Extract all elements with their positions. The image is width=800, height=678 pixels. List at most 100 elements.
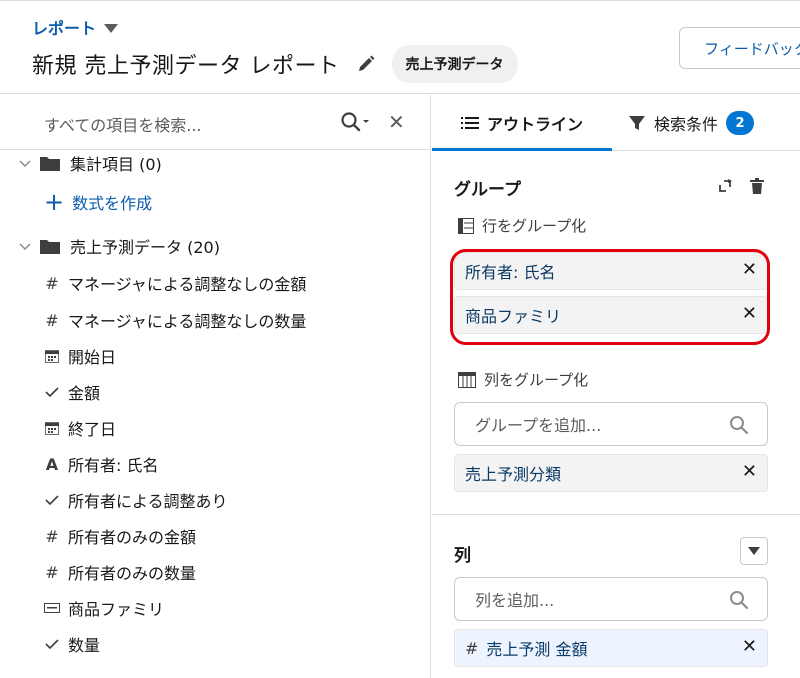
title-row: 新規 売上予測データ レポート 売上予測データ [32, 45, 518, 83]
tree-folder[interactable]: 集計項目 (0) [18, 145, 162, 181]
folder-label: 売上予測データ (20) [70, 238, 220, 257]
field-label: 所有者による調整あり [68, 492, 228, 511]
list-icon [460, 117, 479, 129]
column-chip-label: 売上予測 金額 [486, 640, 588, 659]
text-icon: A [45, 454, 59, 474]
field-item[interactable]: 終了日 [44, 410, 116, 446]
columns-title: 列 [454, 546, 471, 566]
tab-outline[interactable]: アウトライン [432, 95, 612, 151]
field-label: マネージャによる調整なしの数量 [68, 312, 307, 331]
field-label: 所有者のみの金額 [68, 528, 197, 547]
row-group-chip[interactable]: 商品ファミリ ✕ [454, 296, 768, 334]
filter-icon [629, 116, 645, 130]
section-divider [432, 514, 800, 515]
field-item[interactable]: # マネージャによる調整なしの数量 [44, 302, 306, 338]
groups-title: グループ [454, 180, 521, 200]
remove-icon[interactable]: ✕ [742, 638, 757, 656]
number-icon: # [465, 638, 479, 658]
chevron-down-icon[interactable] [18, 239, 32, 253]
tab-outline-label: アウトライン [486, 115, 583, 134]
field-label: 数量 [68, 636, 101, 655]
number-icon: # [45, 562, 59, 582]
field-item[interactable]: # マネージャによる調整なしの金額 [44, 265, 306, 301]
filters-count-badge: 2 [726, 111, 755, 135]
field-item[interactable]: # 所有者のみの数量 [44, 554, 196, 590]
calendar-icon [44, 421, 60, 435]
chevron-down-icon[interactable] [104, 23, 119, 33]
trash-icon[interactable] [750, 178, 764, 194]
add-column-placeholder: 列を追加... [475, 591, 555, 610]
tab-filters[interactable]: 検索条件 2 [628, 95, 755, 151]
tab-filters-label: 検索条件 [654, 115, 719, 134]
breadcrumb-label[interactable]: レポート [32, 15, 96, 39]
panel-tabs: アウトライン 検索条件 2 [432, 95, 800, 151]
remove-icon[interactable]: ✕ [742, 463, 757, 481]
row-group-label: 行をグループ化 [458, 215, 586, 236]
calendar-icon [44, 349, 60, 363]
col-group-label-text: 列をグループ化 [484, 371, 589, 389]
check-icon [44, 638, 60, 650]
add-group-input[interactable]: グループを追加... [454, 402, 768, 446]
field-browser: すべての項目を検索... ✕ 集計項目 (0) + 数式を作成売上予測データ (20… [0, 95, 431, 678]
outline-panel: アウトライン 検索条件 2 グループ 行をグループ化 所有者: 氏名 ✕ 商品フ… [432, 95, 800, 678]
row-group-chip-label: 所有者: 氏名 [465, 263, 556, 282]
remove-icon[interactable]: ✕ [742, 305, 757, 323]
row-group-chip[interactable]: 所有者: 氏名 ✕ [454, 252, 768, 290]
feedback-button[interactable]: フィードバック [679, 27, 800, 69]
field-label: 終了日 [68, 420, 117, 439]
plus-icon[interactable]: + [44, 190, 64, 214]
field-label: マネージャによる調整なしの金額 [68, 275, 307, 294]
rows-icon [458, 217, 474, 234]
field-item[interactable]: 商品ファミリ [44, 590, 164, 626]
search-dropdown-icon[interactable] [340, 111, 372, 133]
field-item[interactable]: A 所有者: 氏名 [44, 446, 159, 482]
tree-folder[interactable]: 売上予測データ (20) [18, 228, 220, 264]
check-icon [44, 494, 60, 506]
create-formula-link[interactable]: + 数式を作成 [44, 184, 152, 220]
field-label: 開始日 [68, 348, 117, 367]
columns-icon [458, 371, 476, 388]
col-group-chip[interactable]: 売上予測分類 ✕ [454, 454, 768, 492]
field-item[interactable]: # 所有者のみの金額 [44, 518, 196, 554]
breadcrumb[interactable]: レポート [32, 15, 119, 39]
number-icon: # [45, 273, 59, 293]
field-item[interactable]: 開始日 [44, 338, 116, 374]
page-title: 新規 売上予測データ レポート [32, 54, 340, 79]
active-tab-indicator [432, 148, 612, 151]
chevron-down-icon[interactable] [18, 156, 32, 170]
swap-icon[interactable] [718, 179, 732, 193]
report-header: レポート 新規 売上予測データ レポート 売上予測データ フィードバック [0, 0, 800, 94]
folder-icon [40, 240, 60, 254]
add-column-input[interactable]: 列を追加... [454, 577, 768, 621]
field-label: 所有者のみの数量 [68, 564, 197, 583]
number-icon: # [45, 526, 59, 546]
field-search-bar: すべての項目を検索... ✕ [0, 95, 430, 150]
create-formula-label[interactable]: 数式を作成 [72, 190, 152, 214]
add-group-placeholder: グループを追加... [475, 416, 602, 435]
search-icon [730, 591, 749, 610]
report-type-pill: 売上予測データ [391, 45, 518, 83]
picklist-icon [44, 603, 60, 613]
row-group-label-text: 行をグループ化 [482, 217, 587, 235]
column-chip[interactable]: # 売上予測 金額 ✕ [454, 629, 768, 667]
search-icon [730, 416, 749, 435]
folder-label: 集計項目 (0) [70, 155, 162, 174]
field-item[interactable]: 金額 [44, 374, 100, 410]
field-label: 商品ファミリ [68, 600, 165, 619]
number-icon: # [45, 310, 59, 330]
field-label: 所有者: 氏名 [68, 456, 159, 475]
col-group-chip-label: 売上予測分類 [465, 465, 562, 484]
folder-icon [40, 157, 60, 171]
col-group-label: 列をグループ化 [458, 369, 588, 390]
columns-menu-button[interactable] [740, 537, 768, 565]
field-item[interactable]: 数量 [44, 626, 100, 662]
row-group-chip-label: 商品ファミリ [465, 307, 562, 326]
field-label: 金額 [68, 384, 101, 403]
close-icon[interactable]: ✕ [388, 112, 405, 132]
chevron-down-icon [748, 547, 760, 555]
field-item[interactable]: 所有者による調整あり [44, 482, 228, 518]
remove-icon[interactable]: ✕ [742, 261, 757, 279]
field-search-input[interactable]: すべての項目を検索... [44, 112, 202, 136]
pencil-icon[interactable] [356, 54, 376, 74]
check-icon [44, 386, 60, 398]
